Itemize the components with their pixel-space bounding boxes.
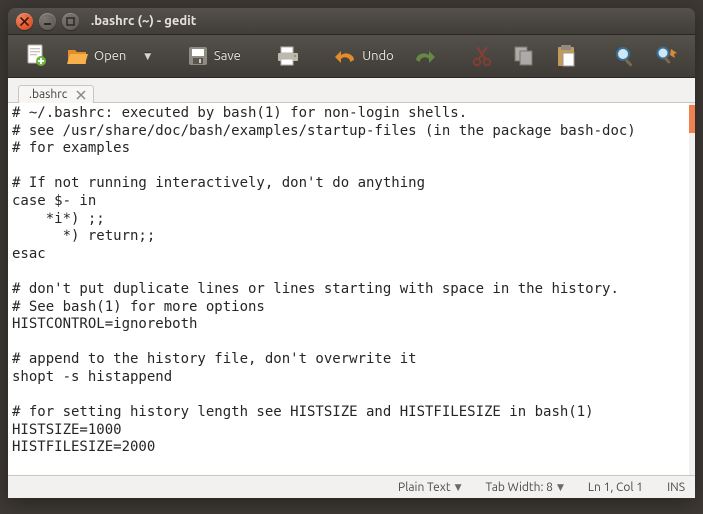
undo-label: Undo [362, 49, 394, 63]
window-title: .bashrc (~) - gedit [91, 14, 196, 28]
close-icon [19, 16, 30, 27]
find-button[interactable] [607, 40, 643, 72]
chevron-down-icon: ▼ [557, 482, 564, 493]
titlebar[interactable]: .bashrc (~) - gedit [8, 8, 695, 35]
minimize-window-button[interactable] [39, 13, 56, 30]
overview-ruler[interactable] [689, 103, 695, 475]
toolbar: Open ▼ Save Undo [8, 35, 695, 78]
undo-button[interactable]: Undo [328, 40, 400, 72]
find-replace-icon [655, 44, 679, 68]
paste-button[interactable] [548, 40, 584, 72]
cursor-position: Ln 1, Col 1 [588, 481, 643, 494]
close-window-button[interactable] [16, 13, 33, 30]
open-label: Open [94, 49, 126, 63]
copy-button[interactable] [506, 40, 542, 72]
tab-label: .bashrc [29, 88, 67, 101]
chevron-down-icon: ▼ [144, 51, 151, 62]
save-button[interactable]: Save [180, 40, 247, 72]
maximize-window-button[interactable] [62, 13, 79, 30]
chevron-down-icon: ▼ [455, 482, 462, 493]
undo-arrow-icon [334, 44, 358, 68]
cut-button[interactable] [464, 40, 500, 72]
scissors-icon [470, 44, 494, 68]
magnifier-icon [613, 44, 637, 68]
print-button[interactable] [270, 40, 306, 72]
save-disk-icon [186, 44, 210, 68]
new-document-button[interactable] [18, 40, 54, 72]
clipboard-icon [554, 44, 578, 68]
printer-icon [276, 44, 300, 68]
redo-button[interactable] [406, 40, 442, 72]
minimize-icon [42, 16, 53, 27]
open-dropdown-button[interactable]: ▼ [138, 47, 157, 66]
syntax-mode-label: Plain Text [398, 481, 451, 494]
find-replace-button[interactable] [649, 40, 685, 72]
tab-width-label: Tab Width: 8 [485, 481, 552, 494]
syntax-mode-selector[interactable]: Plain Text ▼ [398, 481, 461, 494]
tab-bar: .bashrc [8, 78, 695, 103]
tab-close-button[interactable] [75, 89, 87, 101]
status-bar: Plain Text ▼ Tab Width: 8 ▼ Ln 1, Col 1 … [8, 475, 695, 498]
tab-width-selector[interactable]: Tab Width: 8 ▼ [485, 481, 563, 494]
redo-arrow-icon [412, 44, 436, 68]
maximize-icon [65, 16, 76, 27]
copy-icon [512, 44, 536, 68]
open-button[interactable]: Open [60, 40, 132, 72]
open-folder-icon [66, 44, 90, 68]
tab-bashrc[interactable]: .bashrc [18, 85, 94, 103]
save-label: Save [214, 49, 241, 63]
gedit-window: .bashrc (~) - gedit Open ▼ Save [8, 8, 695, 498]
insert-mode-indicator[interactable]: INS [667, 481, 685, 494]
editor-area[interactable]: # ~/.bashrc: executed by bash(1) for non… [8, 103, 695, 475]
overview-mark [689, 105, 695, 133]
editor-content[interactable]: # ~/.bashrc: executed by bash(1) for non… [8, 103, 689, 475]
new-document-icon [24, 44, 48, 68]
close-icon [76, 90, 86, 100]
